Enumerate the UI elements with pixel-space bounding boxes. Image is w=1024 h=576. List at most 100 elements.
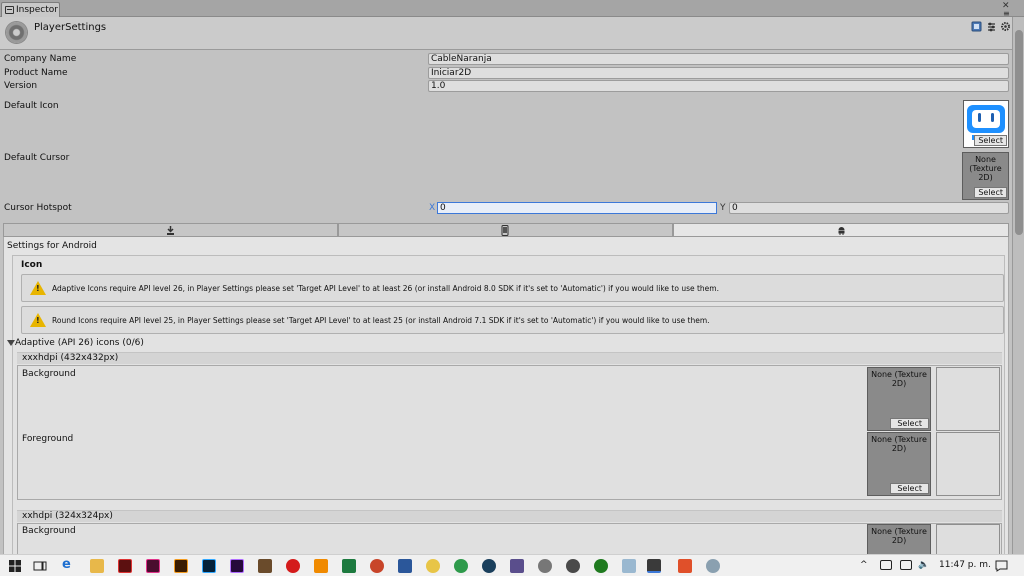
download-icon xyxy=(167,226,174,235)
vlc-icon[interactable] xyxy=(314,559,328,573)
adaptive-icons-warning: ! Adaptive Icons require API level 26, i… xyxy=(21,274,1004,302)
powerpoint-icon[interactable] xyxy=(370,559,384,573)
network-icon[interactable] xyxy=(900,560,912,570)
default-icon-slot[interactable]: Select xyxy=(963,100,1009,148)
default-cursor-select-button[interactable]: Select xyxy=(974,187,1007,198)
round-icons-warning: ! Round Icons require API level 25, in P… xyxy=(21,306,1004,334)
hotspot-y-label: Y xyxy=(720,203,726,213)
tab-ios[interactable] xyxy=(338,223,673,237)
default-icon-label: Default Icon xyxy=(4,101,59,111)
volume-icon[interactable]: 🔈 xyxy=(918,560,929,570)
hotspot-y-field[interactable]: 0 xyxy=(729,202,1009,214)
xxxhdpi-background-select-button[interactable]: Select xyxy=(890,418,929,429)
version-label: Version xyxy=(4,81,38,91)
photoshop-icon[interactable] xyxy=(202,559,216,573)
tab-standalone[interactable] xyxy=(3,223,338,237)
app-icon[interactable] xyxy=(706,559,720,573)
windows-start-icon[interactable] xyxy=(8,559,22,573)
version-field[interactable]: 1.0 xyxy=(428,80,1009,92)
xxxhdpi-foreground-label: Foreground xyxy=(22,434,74,444)
tab-inspector-label: Inspector xyxy=(16,5,58,15)
page-title: PlayerSettings xyxy=(34,22,107,33)
brave-icon[interactable] xyxy=(678,559,692,573)
settings-title: Settings for Android xyxy=(7,241,97,251)
book-icon[interactable] xyxy=(971,21,982,32)
xxxhdpi-header: xxxhdpi (432x432px) xyxy=(17,352,1002,364)
android-icon xyxy=(838,227,845,235)
icon-section-title: Icon xyxy=(21,260,43,270)
hotspot-x-label: X xyxy=(429,203,436,213)
show-hidden-icons[interactable]: ^ xyxy=(860,560,868,570)
unity-icon[interactable] xyxy=(647,559,661,573)
xxhdpi-background-label: Background xyxy=(22,526,76,536)
notifications-icon[interactable] xyxy=(995,560,1008,572)
xxxhdpi-background-slot-text: None (Texture 2D) xyxy=(871,370,927,388)
app-icon[interactable] xyxy=(622,559,636,573)
scrollbar-thumb[interactable] xyxy=(1015,30,1023,235)
xxhdpi-background-slot-text: None (Texture 2D) xyxy=(871,527,927,545)
app-icon[interactable] xyxy=(454,559,468,573)
xxxhdpi-foreground-slot-text: None (Texture 2D) xyxy=(871,435,927,453)
icon-section: Icon ! Adaptive Icons require API level … xyxy=(7,255,1005,555)
adaptive-icons-warning-text: Adaptive Icons require API level 26, in … xyxy=(52,284,719,293)
android-settings: Settings for Android Icon ! Adaptive Ico… xyxy=(3,237,1009,555)
round-icons-warning-text: Round Icons require API level 25, in Pla… xyxy=(52,316,710,325)
warning-icon: ! xyxy=(30,313,46,327)
product-name-field[interactable]: Iniciar2D xyxy=(428,67,1009,79)
xxxhdpi-background-slot[interactable]: None (Texture 2D) Select xyxy=(867,367,931,431)
default-cursor-slot-text: None (Texture 2D) xyxy=(969,155,1002,182)
illustrator-icon[interactable] xyxy=(174,559,188,573)
edge-icon[interactable]: e xyxy=(62,557,76,572)
default-cursor-slot[interactable]: None (Texture 2D) Select xyxy=(962,152,1009,200)
phone-icon xyxy=(501,225,509,236)
xxhdpi-background-slot[interactable]: None (Texture 2D) xyxy=(867,524,931,555)
inspector-icon xyxy=(5,6,14,14)
platform-tabs xyxy=(3,223,1009,237)
company-name-field[interactable]: CableNaranja xyxy=(428,53,1009,65)
inspector-scrollbar[interactable] xyxy=(1012,17,1024,554)
product-name-row: Product Name Iniciar2D xyxy=(0,67,1012,81)
animate-icon[interactable] xyxy=(118,559,132,573)
xxhdpi-header: xxhdpi (324x324px) xyxy=(17,510,1002,522)
word-icon[interactable] xyxy=(398,559,412,573)
excel-icon[interactable] xyxy=(342,559,356,573)
app-icon[interactable] xyxy=(566,559,580,573)
tab-android[interactable] xyxy=(673,223,1009,237)
file-explorer-icon[interactable] xyxy=(90,559,104,573)
cursor-hotspot-label: Cursor Hotspot xyxy=(4,203,72,213)
inspector-header: PlayerSettings xyxy=(0,17,1012,50)
default-cursor-row: Default Cursor xyxy=(0,152,1012,166)
tab-bar: Inspector ✕ ≡ xyxy=(0,0,1024,18)
device-icon[interactable] xyxy=(880,560,892,570)
default-icon-select-button[interactable]: Select xyxy=(974,135,1007,146)
app-icon[interactable] xyxy=(510,559,524,573)
default-cursor-label: Default Cursor xyxy=(4,153,70,163)
task-view-icon[interactable] xyxy=(33,559,47,573)
version-row: Version 1.0 xyxy=(0,80,1012,94)
tab-inspector[interactable]: Inspector xyxy=(1,2,60,17)
xxhdpi-background-preview xyxy=(936,524,1000,555)
hotspot-x-field[interactable]: 0 xyxy=(437,202,717,214)
adaptive-icons-foldout[interactable]: Adaptive (API 26) icons (0/6) xyxy=(15,338,144,348)
opera-icon[interactable] xyxy=(286,559,300,573)
xxxhdpi-foreground-select-button[interactable]: Select xyxy=(890,483,929,494)
clock[interactable]: 11:47 p. m. xyxy=(939,560,991,570)
app-icon[interactable] xyxy=(482,559,496,573)
xxxhdpi-panel: Background Foreground None (Texture 2D) … xyxy=(17,365,1002,500)
xxhdpi-panel: Background None (Texture 2D) xyxy=(17,523,1002,555)
indesign-icon[interactable] xyxy=(146,559,160,573)
foldout-arrow-icon[interactable] xyxy=(7,340,15,346)
xxxhdpi-foreground-preview xyxy=(936,432,1000,496)
app-icon[interactable] xyxy=(426,559,440,573)
app-icon[interactable] xyxy=(538,559,552,573)
preset-icon[interactable] xyxy=(986,21,997,32)
xxxhdpi-foreground-slot[interactable]: None (Texture 2D) Select xyxy=(867,432,931,496)
company-name-label: Company Name xyxy=(4,54,77,64)
app-icon[interactable] xyxy=(258,559,272,573)
taskbar: e ^ 🔈 11:47 p. m. xyxy=(0,554,1024,576)
xxxhdpi-background-label: Background xyxy=(22,369,76,379)
premiere-icon[interactable] xyxy=(230,559,244,573)
app-icon[interactable] xyxy=(594,559,608,573)
company-name-row: Company Name CableNaranja xyxy=(0,53,1012,67)
gear-icon[interactable] xyxy=(1000,21,1011,32)
